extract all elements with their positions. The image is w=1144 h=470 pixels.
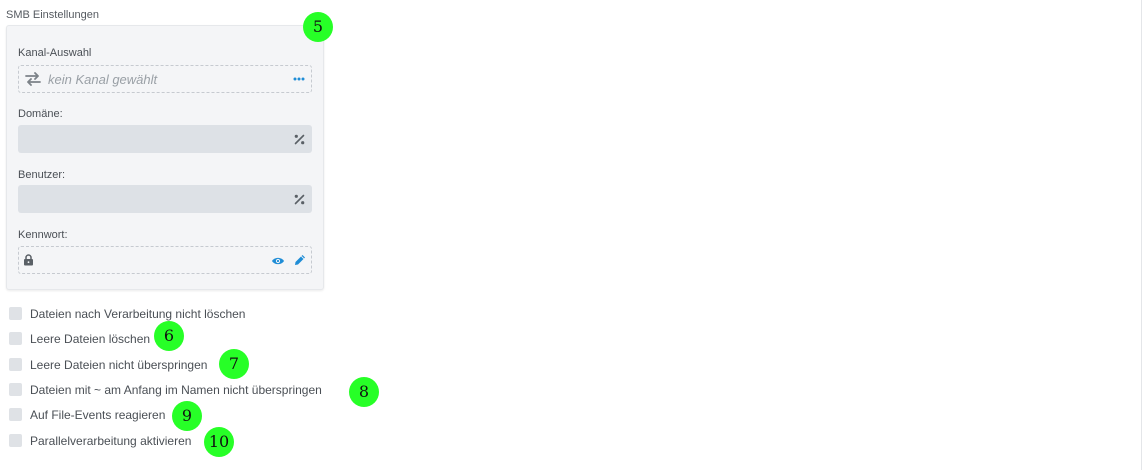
more-dots-icon[interactable] xyxy=(293,77,305,81)
percent-icon[interactable] xyxy=(294,134,305,145)
annotation-marker: 8 xyxy=(349,377,379,407)
file-events-checkbox[interactable] xyxy=(9,408,22,421)
right-border xyxy=(1141,0,1142,470)
section-title: SMB Einstellungen xyxy=(6,9,99,21)
keep-files-checkbox[interactable] xyxy=(9,307,22,320)
eye-icon[interactable] xyxy=(271,256,285,266)
domain-label: Domäne: xyxy=(18,108,63,120)
option-label: Leere Dateien löschen xyxy=(30,332,151,346)
pencil-icon[interactable] xyxy=(294,254,306,266)
no-skip-tilde-checkbox[interactable] xyxy=(9,383,22,396)
password-input[interactable] xyxy=(18,246,312,274)
annotation-marker: 5 xyxy=(303,12,333,42)
option-label: Leere Dateien nicht überspringen xyxy=(30,358,208,372)
channel-select[interactable]: kein Kanal gewählt xyxy=(18,65,312,93)
user-input[interactable] xyxy=(18,185,312,213)
annotation-marker: 7 xyxy=(219,349,249,379)
channel-placeholder: kein Kanal gewählt xyxy=(48,72,158,87)
option-label: Dateien nach Verarbeitung nicht löschen xyxy=(30,307,246,321)
no-skip-empty-checkbox[interactable] xyxy=(9,358,22,371)
domain-input[interactable] xyxy=(18,125,312,153)
swap-arrows-icon xyxy=(25,72,41,86)
channel-label: Kanal-Auswahl xyxy=(18,47,92,59)
password-label: Kennwort: xyxy=(18,229,68,241)
annotation-marker: 9 xyxy=(172,401,202,431)
option-label: Auf File-Events reagieren xyxy=(30,408,166,422)
user-label: Benutzer: xyxy=(18,169,66,181)
option-label: Parallelverarbeitung aktivieren xyxy=(30,434,192,448)
delete-empty-checkbox[interactable] xyxy=(9,332,22,345)
percent-icon[interactable] xyxy=(294,194,305,205)
smb-settings-panel: Kanal-Auswahl kein Kanal gewählt Domäne:… xyxy=(6,25,324,290)
parallel-checkbox[interactable] xyxy=(9,434,22,447)
lock-icon xyxy=(24,254,33,266)
annotation-marker: 6 xyxy=(154,321,184,351)
annotation-marker: 10 xyxy=(204,427,234,457)
option-label: Dateien mit ~ am Anfang im Namen nicht ü… xyxy=(30,383,322,397)
